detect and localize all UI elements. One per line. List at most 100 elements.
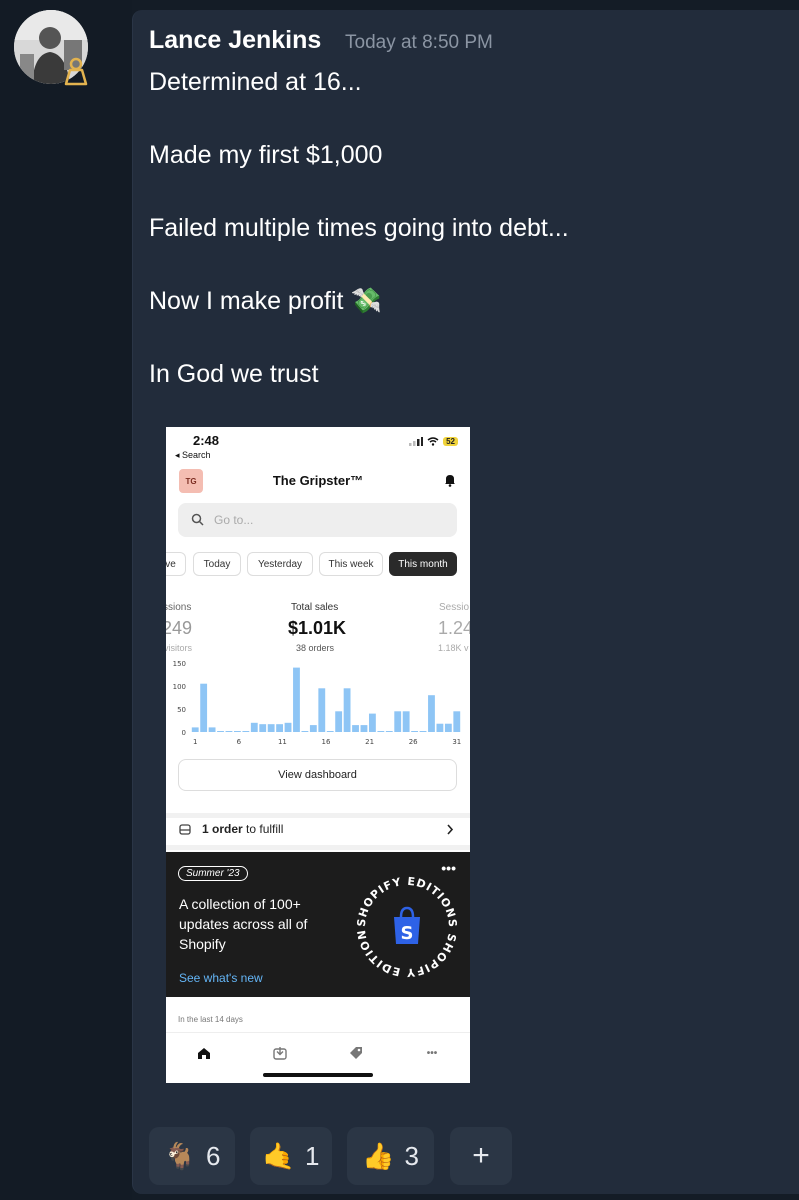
y-tick-label: 50 [177, 706, 186, 714]
recent-label: In the last 14 days [178, 1015, 243, 1024]
goat-emoji-icon: 🐐 [163, 1140, 196, 1171]
metric-left-label: ssions [166, 602, 192, 613]
chart-bar [225, 731, 233, 732]
orders-tab-icon [270, 1043, 290, 1063]
chart-bar [318, 688, 326, 732]
metric-left-value: 249 [166, 618, 193, 638]
filter-chip-active: This month [389, 552, 457, 576]
chart-bar [444, 723, 452, 732]
chart-bar [419, 731, 427, 732]
section-divider [166, 845, 470, 850]
battery-badge: 52 [443, 437, 458, 446]
chart-bar [284, 722, 292, 732]
metric-right-label: Sessio [439, 602, 470, 613]
store-name: The Gripster™ [272, 473, 364, 488]
chart-bar [233, 731, 241, 732]
wifi-icon [427, 437, 439, 446]
signal-icon [409, 437, 424, 446]
bottom-tab-bar: ••• [166, 1032, 470, 1083]
chart-bar [377, 731, 385, 732]
message-line: Failed multiple times going into debt... [149, 214, 569, 242]
message-line: In God we trust [149, 360, 319, 388]
chart-bar [242, 731, 250, 732]
chevron-right-icon [447, 824, 454, 835]
reaction-call-me[interactable]: 🤙 1 [250, 1127, 332, 1185]
status-icons: 52 [409, 437, 458, 446]
section-divider [166, 813, 470, 818]
chart-bar [453, 711, 461, 732]
left-gutter [0, 0, 132, 1200]
filter-chip: This week [319, 552, 383, 576]
role-badge-icon [62, 56, 90, 86]
chart-bar [191, 727, 199, 732]
x-tick-label: 1 [193, 738, 197, 746]
filter-chip: ve [166, 552, 186, 576]
home-indicator [263, 1073, 373, 1077]
attached-screenshot[interactable]: 2:48 ◂ Search 52 TG The Gripster™ Go to.… [166, 427, 470, 1083]
fulfill-text: to fulfill [242, 822, 284, 836]
message-card: Lance Jenkins Today at 8:50 PM Determine… [132, 10, 799, 1194]
reaction-count: 1 [304, 1140, 320, 1171]
products-tab-icon [346, 1043, 366, 1063]
summer-tag: Summer '23 [178, 866, 248, 881]
metric-left-sub: visitors [166, 643, 193, 653]
chart-bar [200, 683, 208, 732]
reaction-goat[interactable]: 🐐 6 [149, 1127, 235, 1185]
x-tick-label: 31 [452, 738, 461, 746]
shopify-editions-banner: Summer '23 ••• A collection of 100+ upda… [166, 852, 470, 997]
inbox-icon [179, 824, 191, 835]
status-time: 2:48 [193, 433, 220, 448]
more-tab-icon: ••• [426, 1047, 438, 1059]
chart-bar [326, 731, 334, 732]
chart-bar [309, 725, 317, 732]
back-to-search: ◂ Search [175, 450, 211, 460]
chart-bar [293, 667, 300, 732]
metric-center-sub: 38 orders [296, 643, 335, 653]
message-line: Determined at 16... [149, 68, 362, 96]
chart-bar [208, 727, 216, 732]
chart-bar [436, 723, 444, 732]
metric-center-label: Total sales [291, 602, 339, 613]
chart-bar [394, 711, 402, 732]
call-me-emoji-icon: 🤙 [262, 1140, 295, 1171]
chart-bar [428, 695, 435, 732]
metric-center-value: $1.01K [288, 618, 347, 638]
bell-icon [445, 475, 455, 487]
filter-chip: Yesterday [247, 552, 313, 576]
message-line: Made my first $1,000 [149, 141, 383, 169]
chart-bar [217, 731, 224, 732]
fulfill-count: 1 order [202, 822, 243, 836]
message-line: Now I make profit 💸 [149, 287, 382, 315]
chart-bar [368, 713, 376, 732]
promo-text: A collection of 100+ updates across all … [179, 896, 308, 952]
y-tick-label: 100 [173, 683, 186, 691]
goto-search-input: Go to... [178, 503, 457, 537]
author-name[interactable]: Lance Jenkins [149, 26, 321, 55]
orders-to-fulfill: 1 order to fulfill [202, 822, 283, 836]
svg-text:S: S [401, 923, 414, 944]
chart-bar [259, 724, 267, 732]
plus-icon: + [472, 1139, 490, 1172]
thumbs-up-emoji-icon: 👍 [362, 1140, 395, 1171]
chart-bar [335, 711, 343, 732]
x-tick-label: 11 [278, 738, 287, 746]
chart-bar [385, 731, 393, 732]
x-tick-label: 21 [365, 738, 374, 746]
x-tick-label: 26 [409, 738, 418, 746]
chart-bar [250, 722, 258, 732]
x-tick-label: 16 [322, 738, 331, 746]
y-tick-label: 0 [182, 729, 186, 737]
reaction-count: 3 [404, 1140, 419, 1171]
reaction-count: 6 [205, 1140, 221, 1171]
shopify-editions-badge-icon: SHOPIFY EDITIONS SHOPIFY EDITIONS S [352, 872, 458, 979]
promo-link: See what's new [179, 971, 263, 985]
chart-bar [267, 724, 275, 732]
add-reaction-button[interactable]: + [450, 1127, 512, 1185]
y-tick-label: 150 [173, 660, 186, 668]
metric-right-sub: 1.18K v [438, 643, 469, 653]
chart-bar [352, 725, 359, 732]
reaction-thumbs-up[interactable]: 👍 3 [347, 1127, 434, 1185]
metric-right-value: 1.24 [438, 618, 470, 638]
message-timestamp: Today at 8:50 PM [345, 32, 493, 53]
chart-bar [301, 731, 309, 732]
